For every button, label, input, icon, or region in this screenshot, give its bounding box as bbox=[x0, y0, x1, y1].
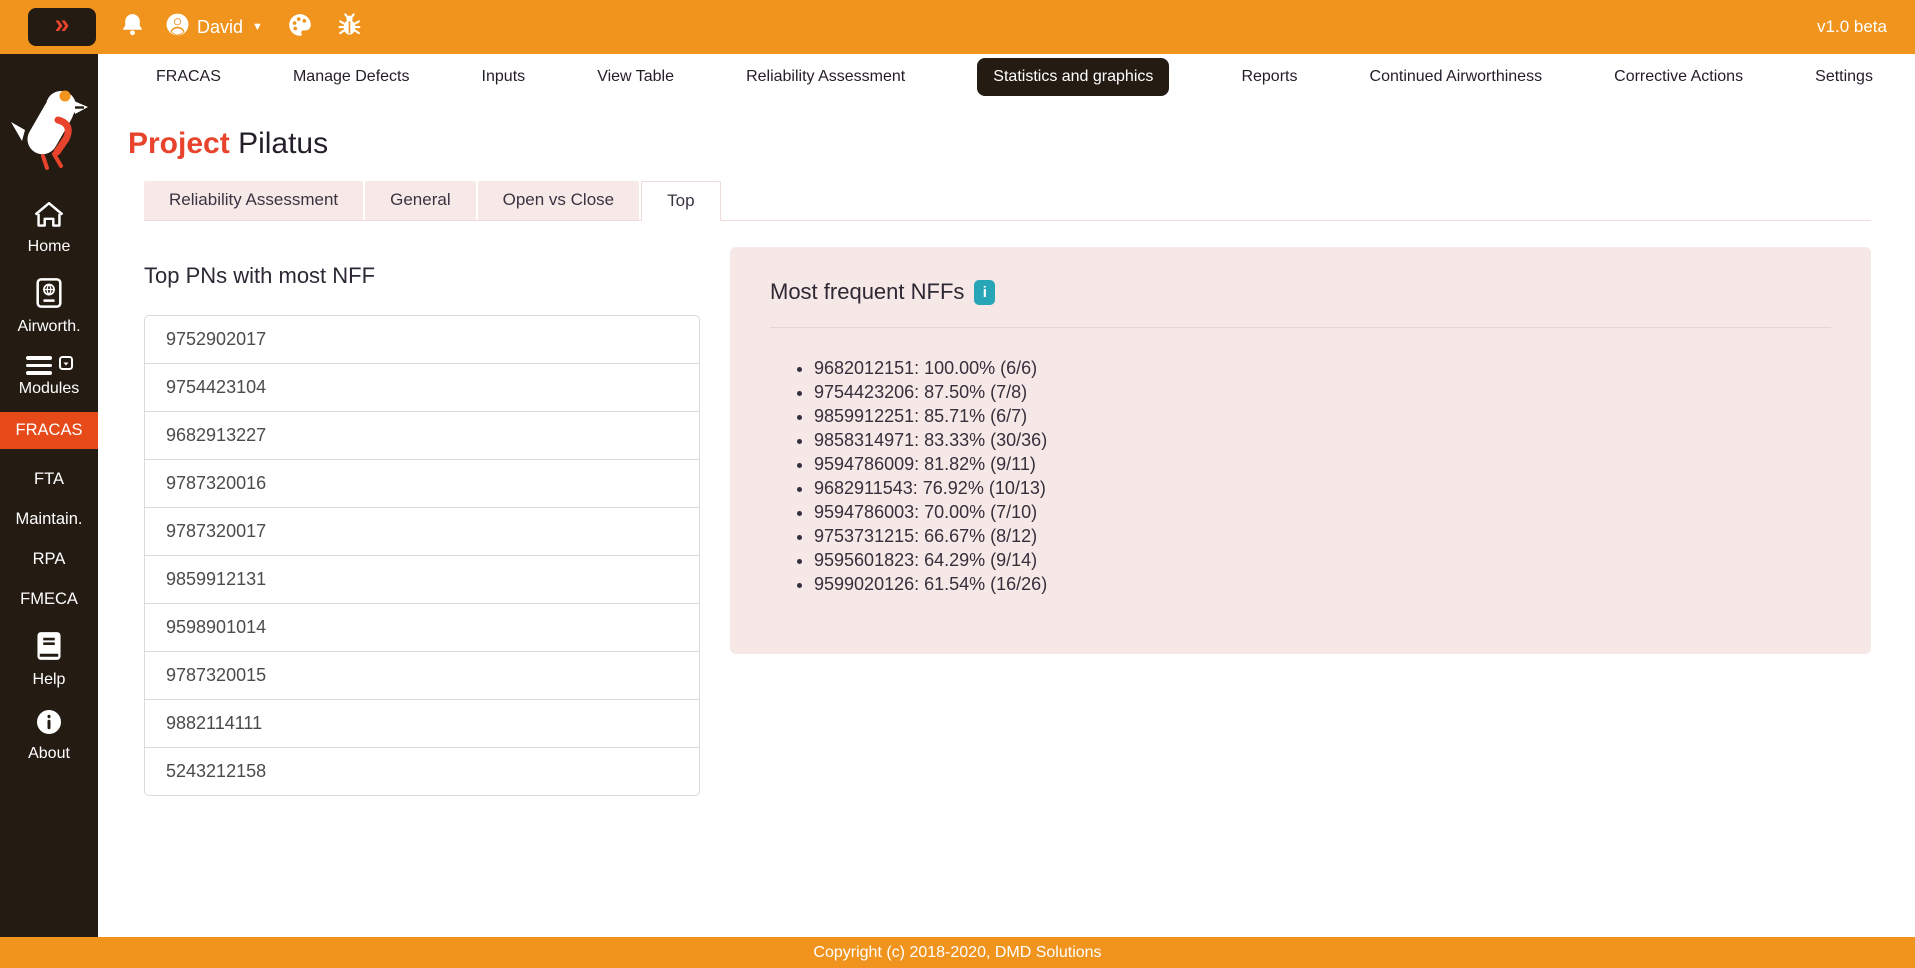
sidebar-item-help[interactable]: Help bbox=[0, 631, 98, 689]
bell-icon bbox=[120, 11, 145, 43]
palette-icon bbox=[287, 12, 313, 43]
debug-button[interactable] bbox=[337, 12, 362, 43]
book-icon bbox=[36, 631, 62, 666]
list-item: 9882114111 bbox=[144, 699, 700, 748]
sidebar-item-label: Modules bbox=[19, 380, 79, 398]
user-icon bbox=[165, 12, 190, 42]
tab-open-vs-close[interactable]: Open vs Close bbox=[478, 181, 640, 220]
double-chevron-icon: » bbox=[54, 11, 69, 38]
bug-icon bbox=[337, 12, 362, 43]
info-badge-icon[interactable]: i bbox=[974, 280, 995, 305]
list-item: 9753731215: 66.67% (8/12) bbox=[814, 524, 1831, 548]
page-body: Project Pilatus Reliability Assessment G… bbox=[98, 100, 1915, 937]
theme-button[interactable] bbox=[287, 12, 313, 43]
list-item: 9787320015 bbox=[144, 651, 700, 700]
sidebar-item-label: Help bbox=[33, 671, 66, 689]
nav-item-corrective-actions[interactable]: Corrective Actions bbox=[1614, 68, 1743, 86]
bird-logo-icon bbox=[9, 159, 89, 176]
list-item: 9594786009: 81.82% (9/11) bbox=[814, 452, 1831, 476]
nav-item-reports[interactable]: Reports bbox=[1241, 68, 1297, 86]
copyright-text: Copyright (c) 2018-2020, DMD Solutions bbox=[813, 944, 1101, 962]
list-item: 9754423104 bbox=[144, 363, 700, 412]
sidebar-toggle-button[interactable]: » bbox=[28, 8, 96, 46]
home-icon bbox=[34, 201, 64, 233]
nav-item-settings[interactable]: Settings bbox=[1815, 68, 1873, 86]
nav-item-fracas[interactable]: FRACAS bbox=[156, 68, 221, 86]
tab-reliability-assessment[interactable]: Reliability Assessment bbox=[144, 181, 363, 220]
sidebar-item-home[interactable]: Home bbox=[0, 201, 98, 256]
list-item: 9682012151: 100.00% (6/6) bbox=[814, 356, 1831, 380]
menu-icon bbox=[26, 356, 52, 375]
panel-divider bbox=[770, 327, 1831, 328]
nav-item-manage-defects[interactable]: Manage Defects bbox=[293, 68, 410, 86]
sidebar: Home Airworth. Modules FRACAS FTA Mainta… bbox=[0, 54, 98, 937]
tab-content: Top PNs with most NFF 9752902017 9754423… bbox=[128, 221, 1871, 796]
most-frequent-nffs-heading: Most frequent NFFs i bbox=[770, 279, 1831, 305]
list-item: 9787320016 bbox=[144, 459, 700, 508]
tab-bar: Reliability Assessment General Open vs C… bbox=[144, 181, 1871, 221]
module-navbar: FRACAS Manage Defects Inputs View Table … bbox=[98, 54, 1915, 100]
sidebar-item-fracas[interactable]: FRACAS bbox=[0, 412, 98, 449]
window-dropdown-icon bbox=[59, 356, 73, 375]
list-item: 9595601823: 64.29% (9/14) bbox=[814, 548, 1831, 572]
main-area: FRACAS Manage Defects Inputs View Table … bbox=[98, 54, 1915, 937]
top-pns-heading: Top PNs with most NFF bbox=[144, 263, 700, 289]
app-logo[interactable] bbox=[9, 80, 89, 177]
sidebar-item-about[interactable]: About bbox=[0, 709, 98, 763]
top-bar: » David ▼ v1.0 beta bbox=[0, 0, 1915, 54]
footer: Copyright (c) 2018-2020, DMD Solutions bbox=[0, 937, 1915, 968]
list-item: 9754423206: 87.50% (7/8) bbox=[814, 380, 1831, 404]
passport-icon bbox=[36, 278, 62, 313]
nav-item-reliability-assessment[interactable]: Reliability Assessment bbox=[746, 68, 905, 86]
page-title: Project Pilatus bbox=[128, 126, 1871, 161]
nav-item-view-table[interactable]: View Table bbox=[597, 68, 674, 86]
sidebar-item-maintain[interactable]: Maintain. bbox=[16, 509, 83, 529]
list-item: 9859912251: 85.71% (6/7) bbox=[814, 404, 1831, 428]
user-menu[interactable]: David ▼ bbox=[165, 12, 263, 42]
sidebar-item-airworthiness[interactable]: Airworth. bbox=[0, 278, 98, 336]
notifications-button[interactable] bbox=[120, 11, 145, 43]
list-item: 9594786003: 70.00% (7/10) bbox=[814, 500, 1831, 524]
most-frequent-nffs-panel: Most frequent NFFs i 9682012151: 100.00%… bbox=[730, 247, 1871, 654]
list-item: 9599020126: 61.54% (16/26) bbox=[814, 572, 1831, 596]
nav-item-continued-airworthiness[interactable]: Continued Airworthiness bbox=[1370, 68, 1543, 86]
sidebar-item-label: Home bbox=[28, 238, 71, 256]
nff-list: 9682012151: 100.00% (6/6) 9754423206: 87… bbox=[770, 356, 1831, 596]
list-item: 9787320017 bbox=[144, 507, 700, 556]
list-item: 9859912131 bbox=[144, 555, 700, 604]
sidebar-item-rpa[interactable]: RPA bbox=[33, 549, 66, 569]
nav-item-inputs[interactable]: Inputs bbox=[482, 68, 526, 86]
tab-general[interactable]: General bbox=[365, 181, 475, 220]
sidebar-item-label: About bbox=[28, 745, 70, 763]
top-pns-list: 9752902017 9754423104 9682913227 9787320… bbox=[144, 315, 700, 796]
most-frequent-nffs-heading-text: Most frequent NFFs bbox=[770, 279, 964, 305]
list-item: 9682911543: 76.92% (10/13) bbox=[814, 476, 1831, 500]
list-item: 9752902017 bbox=[144, 315, 700, 364]
sidebar-item-fta[interactable]: FTA bbox=[34, 469, 64, 489]
sidebar-item-modules[interactable]: Modules bbox=[0, 356, 98, 398]
list-item: 9858314971: 83.33% (30/36) bbox=[814, 428, 1831, 452]
list-item: 9682913227 bbox=[144, 411, 700, 460]
top-pns-section: Top PNs with most NFF 9752902017 9754423… bbox=[144, 221, 700, 796]
user-name: David bbox=[197, 17, 243, 38]
list-item: 9598901014 bbox=[144, 603, 700, 652]
app-version: v1.0 beta bbox=[1817, 17, 1887, 37]
page-title-project-name: Pilatus bbox=[238, 127, 328, 160]
tab-top[interactable]: Top bbox=[641, 181, 720, 221]
nav-item-statistics-and-graphics[interactable]: Statistics and graphics bbox=[977, 58, 1169, 96]
list-item: 5243212158 bbox=[144, 747, 700, 796]
app-shell: Home Airworth. Modules FRACAS FTA Mainta… bbox=[0, 54, 1915, 937]
info-circle-icon bbox=[36, 709, 62, 740]
sidebar-item-fmeca[interactable]: FMECA bbox=[20, 589, 78, 609]
page-title-accent: Project bbox=[128, 127, 230, 160]
chevron-down-icon: ▼ bbox=[252, 21, 263, 33]
sidebar-item-label: Airworth. bbox=[17, 318, 80, 336]
